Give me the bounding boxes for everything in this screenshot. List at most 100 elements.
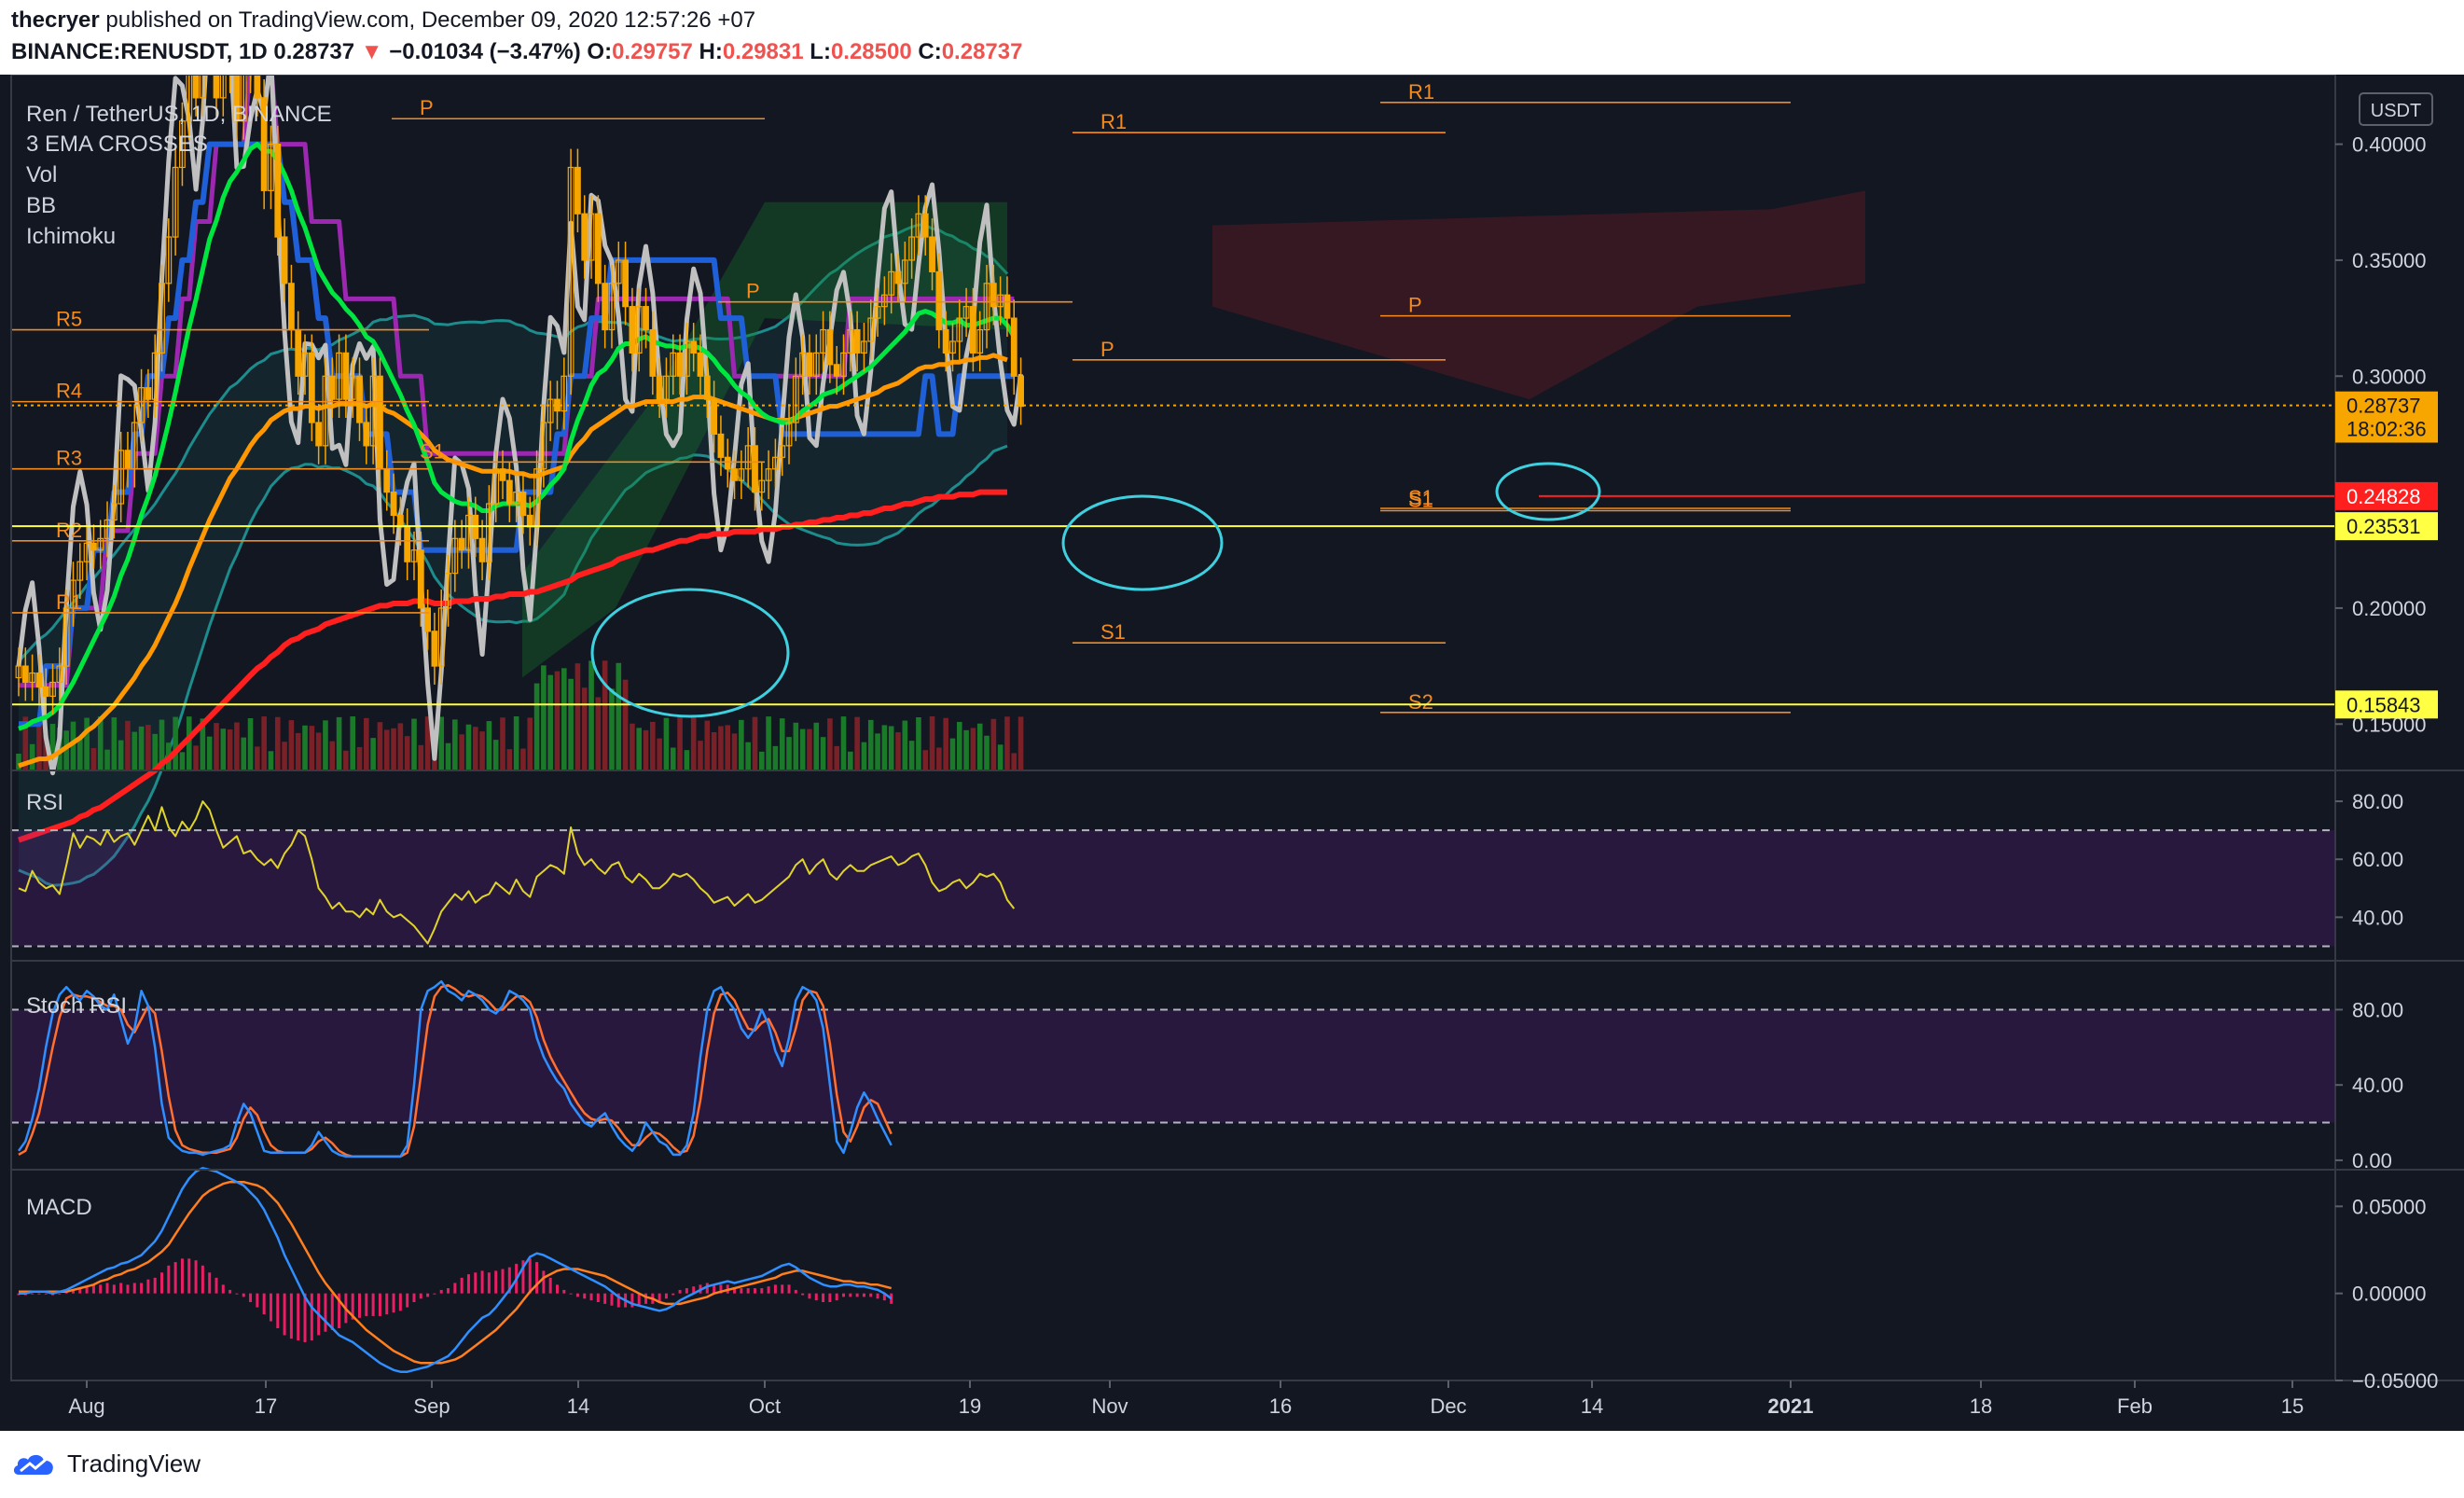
volume-bar	[916, 716, 921, 770]
rsi-tick-label: 40.00	[2352, 906, 2403, 929]
volume-bar	[902, 720, 908, 770]
chart-area[interactable]: R5R4R3R2R1PS1R1PS1PS1R1PS1S2 RSI Stoch R…	[0, 75, 2464, 1431]
candle-down	[192, 75, 200, 99]
macd-hist-bar	[426, 1293, 430, 1297]
tradingview-brand: TradingView	[67, 1449, 201, 1477]
volume-bar	[793, 722, 799, 770]
volume-bar	[588, 660, 594, 770]
pivot-label-8: P	[746, 280, 760, 303]
candle-down	[724, 456, 731, 470]
price-tag-label: 0.15843	[2346, 693, 2421, 716]
macd-hist-bar	[555, 1284, 559, 1294]
macd-hist-bar	[862, 1293, 865, 1297]
volume-bar	[827, 718, 833, 770]
candle-down	[806, 352, 813, 377]
macd-hist-bar	[685, 1288, 688, 1294]
pivot-label-0: R5	[56, 308, 82, 331]
candle-down	[690, 340, 698, 354]
macd-pane[interactable]: MACD	[17, 1167, 893, 1373]
volume-bar	[1011, 753, 1017, 770]
volume-bar	[309, 726, 315, 770]
macd-hist-bar	[740, 1288, 743, 1294]
volume-bar	[616, 662, 622, 770]
candle-down	[145, 387, 152, 400]
macd-hist-bar	[31, 1293, 35, 1295]
macd-hist-bar	[44, 1293, 48, 1295]
publish-header: thecryer published on TradingView.com, D…	[0, 0, 2464, 75]
macd-hist-bar	[221, 1284, 225, 1294]
volume-bar	[718, 726, 724, 770]
volume-bar	[725, 725, 731, 770]
rsi-band	[11, 830, 2335, 947]
price-pane[interactable]: R5R4R3R2R1PS1R1PS1PS1R1PS1S2	[11, 75, 2335, 887]
stoch-tick-label: 0.00	[2352, 1149, 2392, 1172]
macd-hist-bar	[310, 1293, 313, 1341]
volume-bar	[350, 716, 355, 770]
pivot-label-6: S1	[420, 439, 445, 463]
volume-bar	[383, 729, 390, 770]
volume-bar	[404, 736, 410, 770]
candle-down	[505, 479, 513, 505]
volume-bar	[104, 749, 110, 770]
annotation-circle-1	[590, 588, 790, 718]
volume-bar	[956, 721, 962, 770]
candle-down	[478, 537, 486, 562]
volume-bar	[602, 660, 608, 770]
pivot-label-9: S1	[1100, 620, 1126, 644]
pivot-label-10: P	[1100, 338, 1114, 361]
time-tick-label: 2021	[1768, 1394, 1814, 1418]
macd-hist-bar	[262, 1293, 266, 1315]
tradingview-logo[interactable]: TradingView	[11, 1449, 201, 1478]
macd-hist-bar	[767, 1286, 770, 1294]
low-value: 0.28500	[830, 39, 912, 64]
macd-hist-bar	[822, 1293, 825, 1302]
macd-hist-bar	[849, 1293, 852, 1297]
macd-hist-bar	[371, 1293, 375, 1316]
volume-bar	[438, 716, 445, 770]
volume-bar	[486, 721, 492, 770]
rsi-pane[interactable]: RSI	[11, 790, 2335, 948]
volume-bar	[990, 718, 997, 770]
price-tick-label: 0.30000	[2352, 365, 2427, 388]
volume-bar	[630, 723, 635, 770]
macd-hist-bar	[835, 1293, 838, 1301]
volume-bar	[772, 745, 779, 770]
volume-bar	[295, 732, 301, 770]
annotation-circle-2	[1061, 494, 1224, 591]
macd-hist-bar	[466, 1274, 470, 1294]
volume-bar	[274, 716, 281, 770]
volume-bar	[936, 747, 942, 770]
macd-hist-bar	[228, 1289, 232, 1294]
pivot-label-15: S2	[1408, 690, 1433, 714]
price-tick-label: 0.40000	[2352, 133, 2427, 157]
volume-bar	[670, 747, 676, 770]
author-name[interactable]: thecryer	[11, 7, 100, 33]
pivot-label-3: R2	[56, 519, 82, 542]
candle-down	[697, 352, 704, 377]
candle-down	[519, 491, 527, 517]
candle-down	[622, 259, 629, 308]
candle-down	[396, 514, 404, 528]
volume-bar	[541, 665, 547, 770]
candle-down	[315, 422, 323, 447]
candle-down	[649, 328, 657, 377]
candle-down	[629, 306, 636, 354]
stoch-rsi-pane[interactable]: Stoch RSI	[11, 979, 2335, 1158]
volume-bar	[533, 683, 540, 770]
candle-down	[969, 306, 976, 354]
candle-down	[90, 542, 97, 551]
macd-hist-bar	[112, 1284, 116, 1294]
volume-bar	[29, 743, 35, 770]
time-tick-label: Oct	[749, 1394, 781, 1418]
macd-hist-bar	[447, 1288, 450, 1294]
macd-hist-bar	[460, 1277, 464, 1294]
time-tick-label: Feb	[2117, 1394, 2153, 1418]
volume-bar	[622, 679, 629, 770]
volume-bar	[690, 717, 697, 770]
candle-down	[342, 352, 350, 400]
candle-down	[377, 375, 383, 470]
macd-hist-bar	[528, 1258, 532, 1294]
macd-hist-bar	[828, 1293, 832, 1302]
volume-bar	[90, 748, 97, 770]
time-tick-label: 18	[1970, 1394, 1992, 1418]
